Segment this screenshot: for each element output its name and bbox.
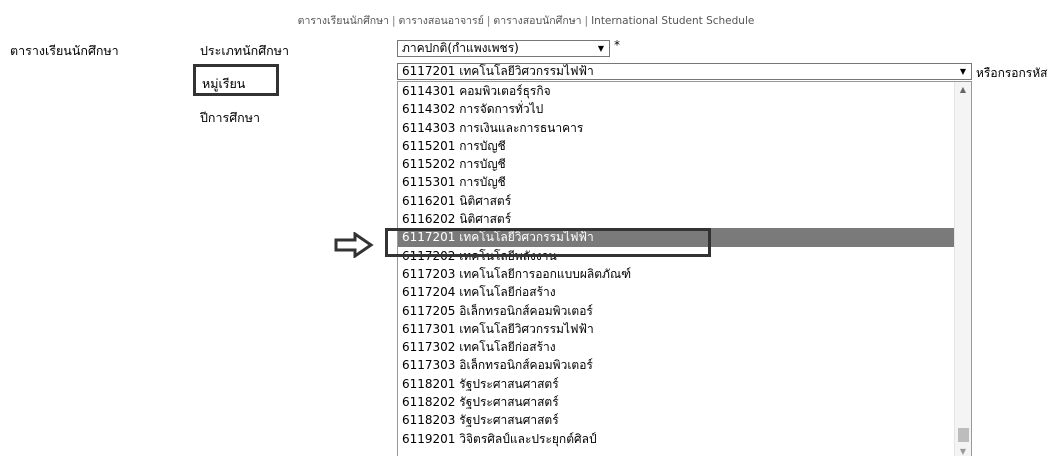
- dropdown-option[interactable]: 6118201 รัฐประศาสนศาสตร์: [398, 375, 971, 393]
- right-arrow-icon: [334, 232, 374, 258]
- dropdown-option[interactable]: 6119201 วิจิตรศิลป์และประยุกต์ศิลป์: [398, 430, 971, 448]
- nav-student-schedule[interactable]: ตารางเรียนนักศึกษา: [298, 15, 389, 27]
- dropdown-option[interactable]: 6117203 เทคโนโลยีการออกแบบผลิตภัณฑ์: [398, 265, 971, 283]
- dropdown-option[interactable]: 6116201 นิติศาสตร์: [398, 192, 971, 210]
- nav-separator: |: [391, 15, 396, 27]
- student-type-label: ประเภทนักศึกษา: [200, 43, 289, 58]
- dropdown-option[interactable]: 6114301 คอมพิวเตอร์ธุรกิจ: [398, 82, 971, 100]
- selected-option-highlight: [385, 228, 711, 257]
- dropdown-option[interactable]: 6118202 รัฐประศาสนศาสตร์: [398, 393, 971, 411]
- top-nav: ตารางเรียนนักศึกษา | ตารางสอนอาจารย์ | ตาราง…: [0, 12, 1052, 29]
- dropdown-option[interactable]: 6115202 การบัญชี: [398, 155, 971, 173]
- dropdown-option[interactable]: 6114302 การจัดการทั่วไป: [398, 100, 971, 118]
- dropdown-option[interactable]: 6118203 รัฐประศาสนศาสตร์: [398, 411, 971, 429]
- group-select-value: 6117201 เทคโนโลยีวิศวกรรมไฟฟ้า: [402, 64, 594, 78]
- dropdown-option[interactable]: 6114303 การเงินและการธนาคาร: [398, 119, 971, 137]
- required-mark: *: [614, 38, 620, 52]
- student-type-select[interactable]: ภาคปกติ(กำแพงเพชร) ▼: [397, 40, 610, 57]
- year-label: ปีการศึกษา: [200, 110, 260, 125]
- nav-teacher-schedule[interactable]: ตารางสอนอาจารย์: [399, 15, 484, 27]
- group-select[interactable]: 6117201 เทคโนโลยีวิศวกรรมไฟฟ้า ▼: [397, 63, 972, 80]
- student-type-value: ภาคปกติ(กำแพงเพชร): [402, 41, 519, 55]
- nav-international-schedule[interactable]: International Student Schedule: [591, 15, 754, 27]
- dropdown-option[interactable]: 6115201 การบัญชี: [398, 137, 971, 155]
- dropdown-option[interactable]: 6117301 เทคโนโลยีวิศวกรรมไฟฟ้า: [398, 320, 971, 338]
- scrollbar-thumb[interactable]: [958, 428, 969, 442]
- group-label-highlight: [193, 64, 279, 96]
- scroll-down-icon[interactable]: ▼: [955, 447, 971, 456]
- dropdown-option[interactable]: 6117205 อิเล็กทรอนิกส์คอมพิวเตอร์: [398, 302, 971, 320]
- chevron-down-icon: ▼: [959, 67, 966, 76]
- page-title: ตารางเรียนนักศึกษา: [10, 43, 119, 58]
- nav-separator: |: [584, 15, 589, 27]
- group-dropdown-list[interactable]: 6114301 คอมพิวเตอร์ธุรกิจ 6114302 การจัดก…: [397, 81, 972, 456]
- chevron-down-icon: ▼: [597, 44, 604, 53]
- or-enter-code-label: หรือกรอกรหัส: [976, 66, 1048, 80]
- dropdown-option[interactable]: 6115301 การบัญชี: [398, 173, 971, 191]
- scroll-up-icon[interactable]: ▲: [955, 85, 971, 94]
- dropdown-option[interactable]: 6117204 เทคโนโลยีก่อสร้าง: [398, 283, 971, 301]
- nav-separator: |: [486, 15, 491, 27]
- dropdown-options: 6114301 คอมพิวเตอร์ธุรกิจ 6114302 การจัดก…: [398, 82, 971, 448]
- dropdown-option[interactable]: 6117302 เทคโนโลยีก่อสร้าง: [398, 338, 971, 356]
- nav-exam-schedule[interactable]: ตารางสอบนักศึกษา: [493, 15, 581, 27]
- dropdown-scrollbar[interactable]: ▲ ▼: [954, 82, 971, 456]
- dropdown-option[interactable]: 6116202 นิติศาสตร์: [398, 210, 971, 228]
- dropdown-option[interactable]: 6117303 อิเล็กทรอนิกส์คอมพิวเตอร์: [398, 356, 971, 374]
